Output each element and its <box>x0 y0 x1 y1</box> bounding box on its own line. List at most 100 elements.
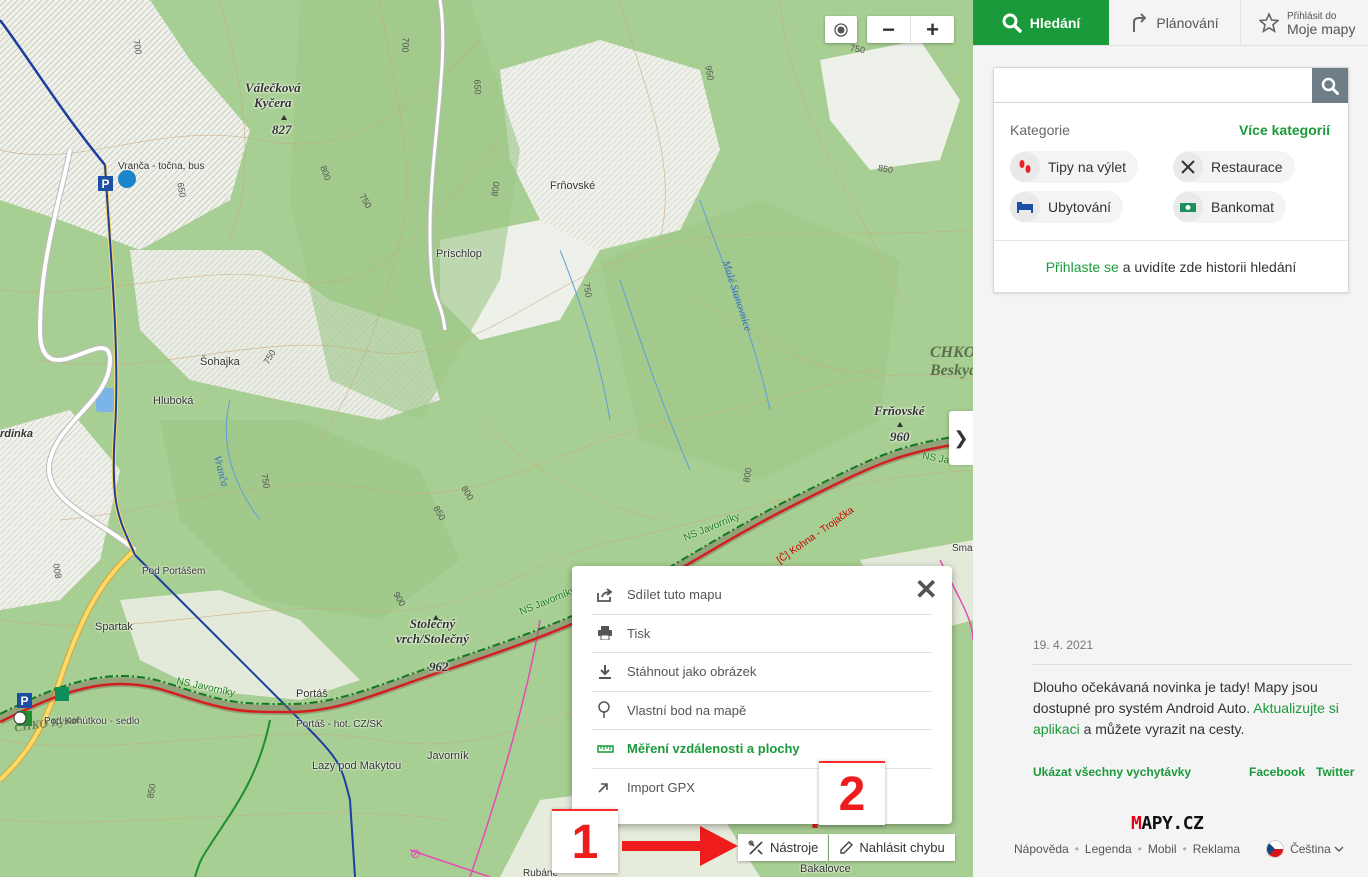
card-divider <box>994 240 1348 241</box>
news-text: Dlouho očekávaná novinka je tady! Mapy j… <box>1033 677 1353 740</box>
mapy-cz-logo[interactable]: MAPY.CZ <box>1131 813 1204 834</box>
collapse-panel-button[interactable]: ❯ <box>949 411 973 465</box>
tool-import-gpx-label: Import GPX <box>627 780 695 796</box>
tool-share[interactable]: Sdílet tuto mapu <box>592 576 932 615</box>
ruler-icon <box>592 744 627 754</box>
place-prischlop: Príschlop <box>436 248 482 260</box>
tool-download-label: Stáhnout jako obrázek <box>627 664 757 680</box>
place-spartak: Spartak <box>95 621 133 633</box>
logo-m: M <box>1131 813 1142 834</box>
category-trips-label: Tipy na výlet <box>1048 159 1127 175</box>
peak-label-frnovske: Frňovské <box>874 403 925 418</box>
tools-button[interactable]: Nástroje <box>738 834 829 861</box>
tool-print-label: Tisk <box>627 625 651 641</box>
show-all-features-link[interactable]: Ukázat všechny vychytávky <box>1033 765 1191 779</box>
mapy-cz-app: P P ⊘ Válečková Kyčera 827 Frňovské 960 … <box>0 0 1368 877</box>
place-frnovske: Frňovské <box>550 180 596 192</box>
news-divider <box>1033 664 1351 665</box>
peak-height-frnovske: 960 <box>890 429 910 444</box>
peak-height-stolecny: 962 <box>429 659 449 674</box>
category-atm[interactable]: Bankomat <box>1173 191 1287 223</box>
category-accommodation[interactable]: Ubytování <box>1010 191 1124 223</box>
star-icon <box>1259 12 1279 33</box>
logo-rest: APY.CZ <box>1141 813 1204 834</box>
tab-search-label: Hledání <box>1029 14 1081 31</box>
category-atm-label: Bankomat <box>1211 199 1275 215</box>
svg-text:⊘: ⊘ <box>410 847 421 862</box>
chevron-down-icon <box>1334 846 1344 852</box>
search-button[interactable] <box>1312 68 1348 103</box>
peak-label-stolecny: Stolečný vrch/Stolečný <box>396 616 469 646</box>
place-vranca: Vranča - točna, bus <box>118 161 205 172</box>
tool-custom-point-label: Vlastní bod na mapě <box>627 702 747 718</box>
twitter-link[interactable]: Twitter <box>1316 765 1354 779</box>
zoom-controls: − + <box>867 16 954 43</box>
panel-tabs: Hledání Plánování Přihlásit do Moje mapy <box>973 0 1368 46</box>
login-prompt: Přihlaste se a uvidíte zde historii hled… <box>994 259 1348 275</box>
target-icon <box>834 22 848 37</box>
footer-separator: • <box>1074 842 1079 856</box>
pin-icon <box>592 701 627 719</box>
footer-mobile-link[interactable]: Mobil <box>1148 842 1177 856</box>
tab-search[interactable]: Hledání <box>973 0 1109 45</box>
place-pod-portasem: Pod Portášem <box>142 566 206 577</box>
svg-text:P: P <box>101 177 109 191</box>
peak-height-valeckova: 827 <box>272 122 292 137</box>
language-selector[interactable]: Čeština <box>1266 840 1344 858</box>
category-accommodation-label: Ubytování <box>1048 199 1112 215</box>
map-bottom-toolbar: Nástroje Nahlásit chybu <box>738 834 955 862</box>
footprints-icon <box>1010 152 1040 182</box>
locate-me-button[interactable] <box>825 16 857 43</box>
cutlery-icon <box>1173 152 1203 182</box>
category-restaurants[interactable]: Restaurace <box>1173 151 1295 183</box>
zoom-out-button[interactable]: − <box>867 16 911 43</box>
tab-my-maps[interactable]: Přihlásit do Moje mapy <box>1241 0 1368 45</box>
route-turn-icon <box>1133 12 1147 32</box>
chko-label: CHKO Beskyd <box>930 344 973 379</box>
language-label: Čeština <box>1290 842 1331 856</box>
share-icon <box>592 588 627 602</box>
place-lazy: Lazy pod Makytou <box>312 760 402 772</box>
svg-text:P: P <box>20 694 28 708</box>
categories-heading: Kategorie <box>1010 122 1070 138</box>
zoom-in-button[interactable]: + <box>911 16 954 43</box>
bed-icon <box>1010 192 1040 222</box>
side-panel: Hledání Plánování Přihlásit do Moje mapy… <box>973 0 1368 877</box>
print-icon <box>592 626 627 641</box>
search-input[interactable] <box>994 68 1314 103</box>
news-text-part2: a můžete vyrazit na cesty. <box>1079 721 1245 737</box>
atm-icon <box>1173 192 1203 222</box>
more-categories-link[interactable]: Více kategorií <box>1239 122 1330 138</box>
tool-share-label: Sdílet tuto mapu <box>627 587 722 603</box>
login-prompt-text: a uvidíte zde historii hledání <box>1118 259 1297 275</box>
tool-download-image[interactable]: Stáhnout jako obrázek <box>592 653 932 692</box>
footer-ads-link[interactable]: Reklama <box>1193 842 1240 856</box>
tools-button-label: Nástroje <box>770 840 819 855</box>
place-hluboka: Hluboká <box>153 395 194 407</box>
category-trips[interactable]: Tipy na výlet <box>1010 151 1139 183</box>
footer-links: Nápověda • Legenda • Mobil • Reklama Češ… <box>1014 840 1344 858</box>
category-restaurants-label: Restaurace <box>1211 159 1283 175</box>
place-portas-hot: Portáš - hot. CZ/SK <box>296 719 383 730</box>
report-error-button[interactable]: Nahlásit chybu <box>829 834 955 861</box>
tools-icon <box>748 840 763 855</box>
import-icon <box>592 782 627 794</box>
search-icon <box>1002 13 1022 33</box>
pencil-icon <box>840 840 854 854</box>
login-link[interactable]: Přihlaste se <box>1046 259 1119 275</box>
contour-label: 650 <box>472 79 483 95</box>
close-icon[interactable]: ✕ <box>915 576 938 604</box>
contour-label: 700 <box>400 37 411 53</box>
czech-flag-icon <box>1266 840 1285 858</box>
facebook-link[interactable]: Facebook <box>1249 765 1305 779</box>
tool-custom-point[interactable]: Vlastní bod na mapě <box>592 692 932 730</box>
tool-print[interactable]: Tisk <box>592 615 932 653</box>
footer-legend-link[interactable]: Legenda <box>1085 842 1132 856</box>
map-view[interactable]: P P ⊘ Válečková Kyčera 827 Frňovské 960 … <box>0 0 973 877</box>
tab-planning[interactable]: Plánování <box>1109 0 1241 45</box>
search-icon <box>1321 77 1339 95</box>
footer-separator: • <box>1182 842 1187 856</box>
footer-separator: • <box>1137 842 1142 856</box>
place-ardinka: rdinka <box>0 428 34 440</box>
footer-help-link[interactable]: Nápověda <box>1014 842 1069 856</box>
